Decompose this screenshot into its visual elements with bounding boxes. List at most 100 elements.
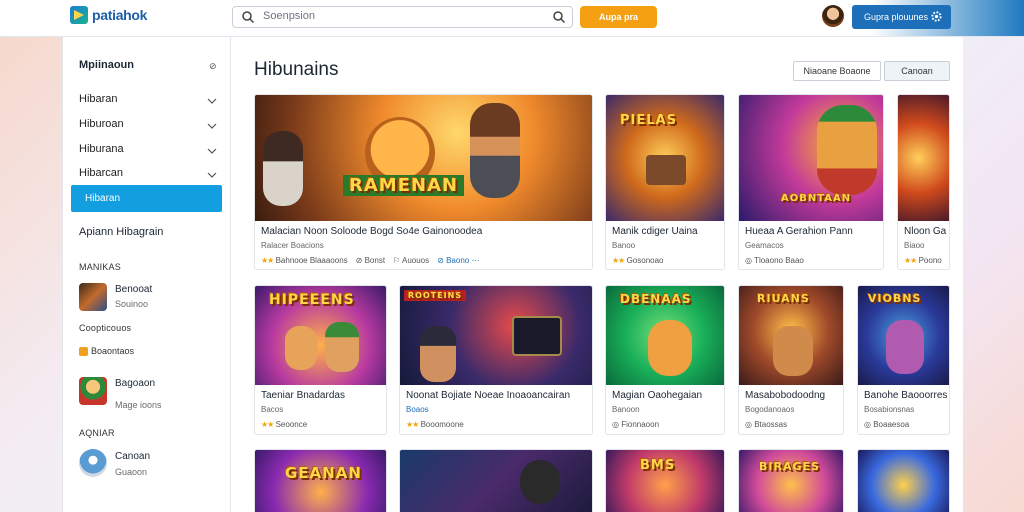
rating-stars: ★★ xyxy=(261,256,274,265)
gear-icon[interactable] xyxy=(930,10,943,23)
card-rating: Booomoone xyxy=(420,420,464,429)
sidebar-heading: Mpiinaoun xyxy=(79,59,134,71)
account-button-label: Gupra plouunes xyxy=(864,12,929,22)
chevron-down-icon[interactable] xyxy=(207,170,217,180)
game-card[interactable] xyxy=(399,449,593,512)
game-card[interactable]: VIOBNS Banohe Baooorres Bosabionsnas ◎ B… xyxy=(857,285,950,435)
card-title: Masabobodoodng xyxy=(745,390,826,401)
card-title: Banohe Baooorres xyxy=(864,390,948,401)
card-meta: ◎ Boaaesoa xyxy=(864,420,910,429)
game-thumbnail[interactable] xyxy=(79,377,107,405)
sidebar-entry-sub: Mage ioons xyxy=(115,400,162,410)
chevron-down-icon[interactable] xyxy=(207,146,217,156)
game-logo: VIOBNS xyxy=(868,292,922,305)
sidebar-entry-title[interactable]: Canoan xyxy=(115,451,150,462)
card-rating: Gosonoao xyxy=(626,256,664,265)
sidebar-entry-sub: Guaoon xyxy=(115,467,148,477)
game-thumbnail: BMS xyxy=(606,450,724,512)
game-card[interactable]: BIRAGES xyxy=(738,449,844,512)
tag-icon: ⊘ Bonst xyxy=(355,256,386,265)
game-logo: GEANAN xyxy=(285,464,362,482)
card-title: Nloon Ga xyxy=(904,226,947,237)
card-meta: ★★ Seoonce xyxy=(261,420,308,429)
card-title: Malacian Noon Soloode Bogd So4e Gainonoo… xyxy=(261,226,483,237)
card-meta: ◎ Btaossas xyxy=(745,420,788,429)
card-rating: Fionnaoon xyxy=(621,420,660,429)
card-meta: ★★ Bahnooe Blaaaoons ⊘ Bonst ⚐ Auouos ⊘ … xyxy=(261,256,479,265)
collapse-icon[interactable]: ⊘ xyxy=(209,61,217,72)
prop-image xyxy=(646,155,686,185)
card-subtitle: Banoon xyxy=(612,405,640,414)
card-title: Noonat Bojiate Noeae Inoaoancairan xyxy=(406,390,571,401)
card-subtitle: Boaos xyxy=(406,405,429,414)
game-card[interactable]: BMS xyxy=(605,449,725,512)
sidebar-entry-title[interactable]: Benooat xyxy=(115,284,152,295)
chevron-down-icon[interactable] xyxy=(207,121,217,131)
search-icon xyxy=(242,11,255,24)
game-card[interactable]: PIELAS Manik cdiger Uaina Banoo ★★ Goson… xyxy=(605,94,725,270)
game-card[interactable]: AOBNTAAN Hueaa A Gerahion Pann Geamacos … xyxy=(738,94,884,270)
game-thumbnail[interactable] xyxy=(79,449,107,477)
filter-button[interactable]: Niaoane Boaone xyxy=(793,61,881,81)
card-tag: Baono xyxy=(446,256,470,265)
card-rating: Poono xyxy=(918,256,942,265)
game-thumbnail: BIRAGES xyxy=(739,450,843,512)
sidebar-badge[interactable]: Boaontaos xyxy=(79,346,134,356)
sidebar-entry-title[interactable]: Bagoaon xyxy=(115,378,155,389)
account-button[interactable]: Gupra plouunes xyxy=(852,5,951,29)
sidebar-item-3[interactable]: Hiburana xyxy=(79,143,124,155)
mascot-image xyxy=(420,326,456,382)
sidebar-item-4[interactable]: Hibarcan xyxy=(79,167,123,179)
search-submit-icon[interactable] xyxy=(552,10,566,24)
search-placeholder: Soenpsion xyxy=(263,10,315,22)
mascot-image xyxy=(263,131,303,206)
game-thumbnail: AOBNTAAN xyxy=(739,95,883,221)
game-thumbnail: PIELAS xyxy=(606,95,724,221)
game-thumbnail: HIPEEENS xyxy=(255,286,386,385)
card-subtitle: Bogodanoaos xyxy=(745,405,795,414)
game-thumbnail: RIUANS xyxy=(739,286,843,385)
sidebar-item-1[interactable]: Hibaran xyxy=(79,93,118,105)
sidebar-item-active[interactable]: Hibaran xyxy=(71,185,222,212)
mascot-image xyxy=(648,320,692,376)
chevron-down-icon[interactable] xyxy=(207,96,217,106)
logo[interactable]: patiahok xyxy=(70,6,147,24)
card-title: Taeniar Bnadardas xyxy=(261,390,345,401)
game-thumbnail[interactable] xyxy=(79,283,107,311)
game-card[interactable]: ROOTEINS Noonat Bojiate Noeae Inoaoancai… xyxy=(399,285,593,435)
mascot-image xyxy=(470,103,520,198)
game-card-featured[interactable]: RAMENAN Malacian Noon Soloode Bogd So4e … xyxy=(254,94,593,270)
badge-label: Boaontaos xyxy=(91,346,135,356)
sort-button[interactable]: Canoan xyxy=(884,61,950,81)
sidebar-subheading: Coopticouos xyxy=(79,323,132,333)
game-thumbnail: DBENAAS xyxy=(606,286,724,385)
sidebar-entry-sub: Souinoo xyxy=(115,299,149,309)
mascot-image xyxy=(773,326,813,376)
card-subtitle: Ralacer Boacions xyxy=(261,241,324,250)
game-logo: BIRAGES xyxy=(759,460,820,473)
game-thumbnail xyxy=(898,95,949,221)
game-card[interactable] xyxy=(857,449,950,512)
game-card[interactable]: HIPEEENS Taeniar Bnadardas Bacos ★★ Seoo… xyxy=(254,285,387,435)
game-card[interactable]: Nloon Ga Biaoo ★★ Poono xyxy=(897,94,950,270)
play-button[interactable]: Aupa pra xyxy=(580,6,657,28)
game-thumbnail xyxy=(400,450,592,512)
game-card[interactable]: RIUANS Masabobodoodng Bogodanoaos ◎ Btao… xyxy=(738,285,844,435)
game-logo: PIELAS xyxy=(620,113,677,128)
game-card[interactable]: DBENAAS Magian Oaohegaian Banoon ◎ Fionn… xyxy=(605,285,725,435)
sidebar-section-title: Apiann Hibagrain xyxy=(79,226,164,238)
tag-icon[interactable]: ⊘ Baono ⋯ xyxy=(437,256,479,265)
badge-icon xyxy=(79,346,88,356)
sidebar-item-2[interactable]: Hiburoan xyxy=(79,118,124,130)
mascot-image xyxy=(886,320,924,374)
game-card[interactable]: GEANAN xyxy=(254,449,387,512)
avatar[interactable] xyxy=(822,5,844,27)
card-tag: Auouos xyxy=(402,256,430,265)
logo-text: patiahok xyxy=(92,7,148,23)
search-input[interactable]: Soenpsion xyxy=(232,6,573,28)
sidebar: Mpiinaoun ⊘ Hibaran Hiburoan Hiburana Hi… xyxy=(62,37,231,512)
mascot-image xyxy=(285,326,317,370)
game-logo: AOBNTAAN xyxy=(781,193,852,204)
card-subtitle: Banoo xyxy=(612,241,636,250)
card-title: Magian Oaohegaian xyxy=(612,390,703,401)
